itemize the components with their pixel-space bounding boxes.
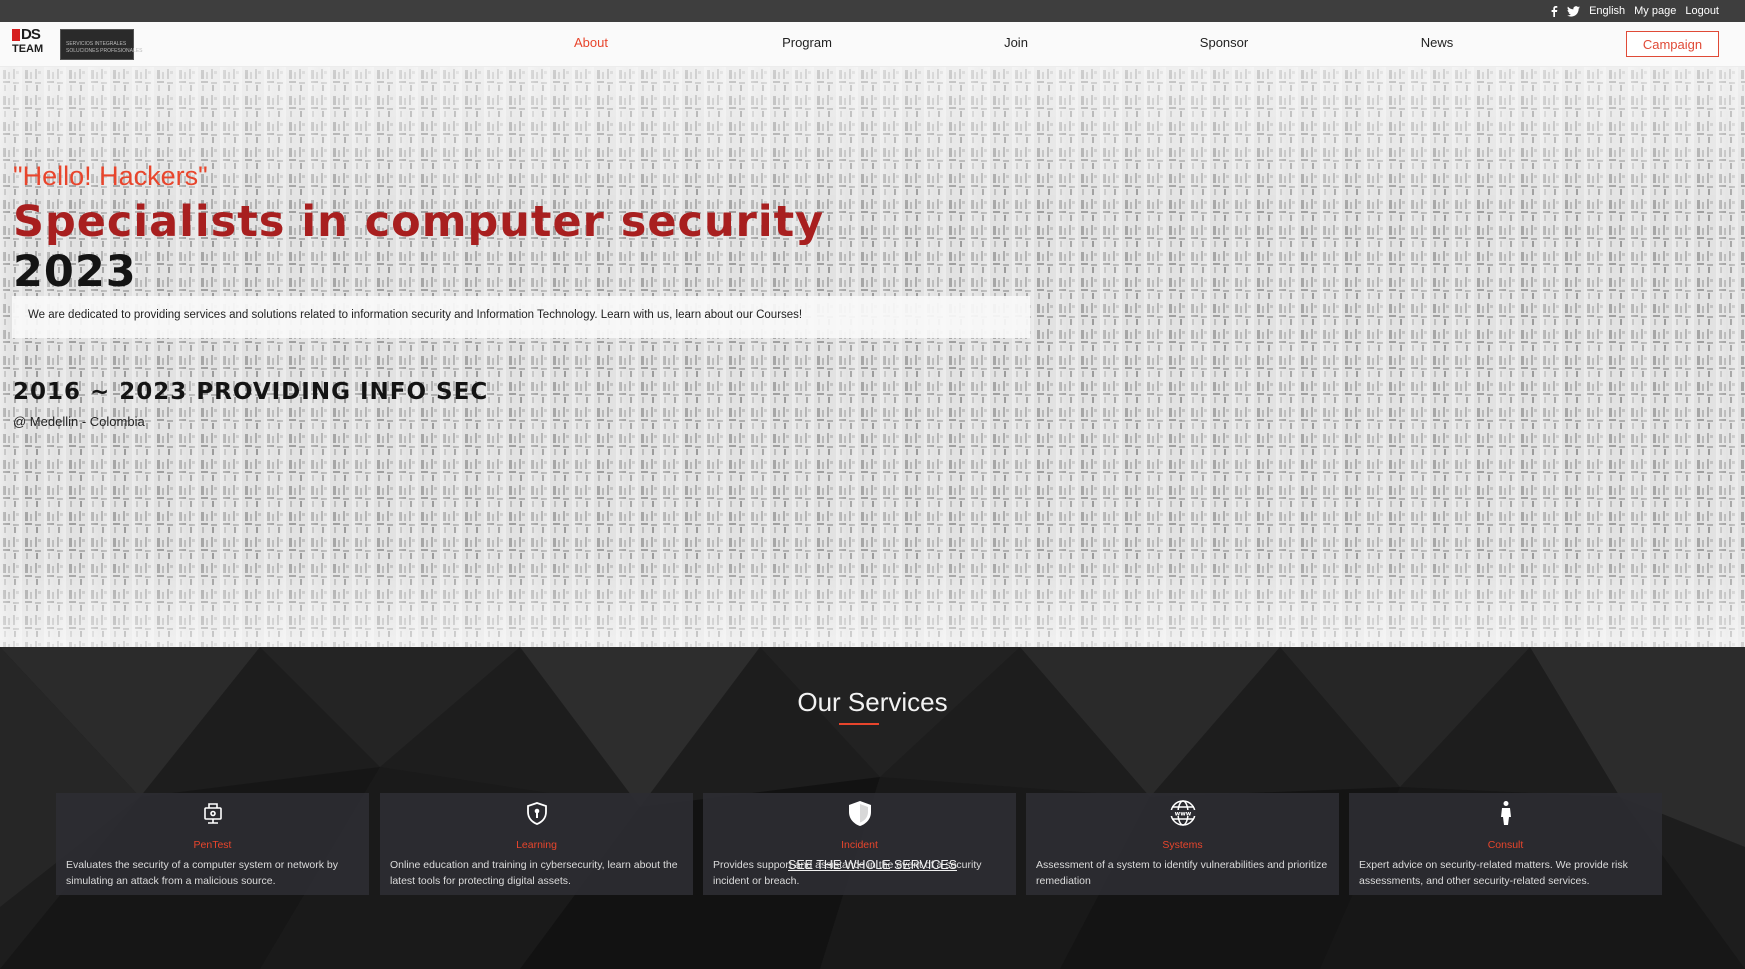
shield-lock-icon [523, 799, 551, 827]
service-card-consult[interactable]: Consult Expert advice on security-relate… [1349, 793, 1662, 895]
hero-headline: Specialists in computer security 2023 [13, 197, 824, 297]
hero-headline-year: 2023 [13, 247, 137, 297]
nav-program[interactable]: Program [782, 35, 832, 50]
nav-sponsor[interactable]: Sponsor [1200, 35, 1248, 50]
hero-greeting: "Hello! Hackers" [13, 161, 208, 191]
network-computer-icon [199, 799, 227, 827]
shield-icon [846, 799, 874, 827]
see-all-services-link[interactable]: SEE THE WHOLE SERVICES [788, 858, 957, 872]
hero-headline-line1: Specialists in computer security [13, 197, 825, 247]
nav-join[interactable]: Join [1004, 35, 1028, 50]
twitter-icon[interactable] [1567, 5, 1581, 17]
ds-team-logo[interactable]: DS TEAM [12, 26, 48, 58]
svg-text:www: www [1174, 811, 1191, 818]
service-title: PenTest [193, 839, 232, 851]
service-title: Incident [841, 839, 878, 851]
hero-section: "Hello! Hackers" Specialists in computer… [0, 67, 1745, 647]
nav-news[interactable]: News [1421, 35, 1454, 50]
logo-text-team: TEAM [12, 43, 44, 55]
language-link[interactable]: English [1589, 5, 1625, 17]
hero-description-box: We are dedicated to providing services a… [12, 296, 1030, 338]
campaign-button[interactable]: Campaign [1626, 31, 1719, 57]
utility-links: English My page Logout [1550, 0, 1719, 22]
service-card-pentest[interactable]: PenTest Evaluates the security of a comp… [56, 793, 369, 895]
hero-description: We are dedicated to providing services a… [28, 309, 803, 321]
logout-link[interactable]: Logout [1685, 5, 1719, 17]
www-globe-icon: www [1169, 799, 1197, 827]
facebook-icon[interactable] [1550, 5, 1558, 17]
main-navbar: DS TEAM SERVICIOS INTEGRALES SOLUCIONES … [0, 22, 1745, 67]
service-card-systems[interactable]: www Systems Assessment of a system to id… [1026, 793, 1339, 895]
service-title: Consult [1487, 839, 1524, 851]
logo-red-square [12, 29, 20, 41]
see-all-services: SEE THE WHOLE SERVICES [0, 856, 1745, 874]
secondary-logo: SERVICIOS INTEGRALES SOLUCIONES PROFESIO… [60, 29, 142, 60]
services-title: Our Services [797, 687, 948, 717]
person-icon [1492, 799, 1520, 827]
hero-overlay [0, 67, 1745, 647]
services-title-underline [839, 723, 879, 725]
service-card-incident[interactable]: Incident Provides support and assistance… [703, 793, 1016, 895]
my-page-link[interactable]: My page [1634, 5, 1676, 17]
service-title: Systems [1162, 839, 1203, 851]
secondary-logo-line2: SOLUCIONES PROFESIONALES [66, 48, 143, 54]
hero-years-banner: 2016 ~ 2023 PROVIDING INFO SEC [13, 379, 489, 405]
services-section: Our Services PenTest Evaluates the secur… [0, 647, 1745, 969]
top-utility-bar: English My page Logout [0, 0, 1745, 22]
service-card-learning[interactable]: Learning Online education and training i… [380, 793, 693, 895]
service-title: Learning [516, 839, 557, 851]
hero-location: @ Medellin - Colombia [13, 414, 145, 429]
nav-about[interactable]: About [574, 35, 608, 50]
logo-text-ds: DS [21, 26, 41, 43]
secondary-logo-line1: SERVICIOS INTEGRALES [66, 41, 127, 47]
